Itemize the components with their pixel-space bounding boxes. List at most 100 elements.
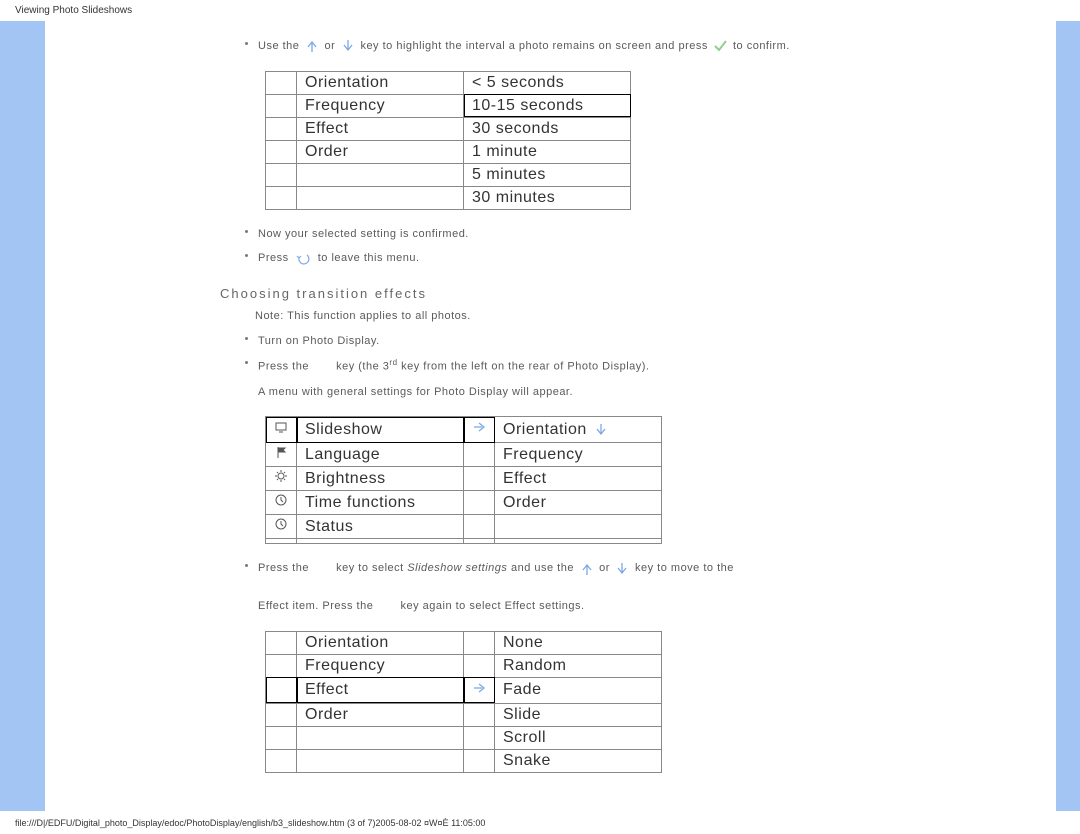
arrow-up-icon	[580, 561, 594, 577]
empty-cell	[464, 515, 495, 539]
table-row: Orientation< 5 seconds	[266, 71, 631, 94]
menu-item: Slideshow	[297, 417, 464, 443]
setting-name: Order	[297, 703, 464, 726]
text: or	[599, 562, 613, 574]
text: to leave this menu.	[318, 252, 420, 264]
text: key to highlight the interval a photo re…	[360, 40, 711, 52]
section-transition-effects: Choosing transition effects	[220, 286, 996, 301]
text: and use the	[511, 562, 578, 574]
table-row: LanguageFrequency	[266, 443, 662, 467]
bullet-icon	[245, 564, 248, 567]
step-confirmed: Now your selected setting is confirmed.	[245, 225, 996, 244]
step-text: Press the key to select Slideshow settin…	[258, 559, 996, 615]
step-select-slideshow: Press the key to select Slideshow settin…	[245, 559, 996, 615]
text: key to move to the	[635, 562, 734, 574]
table-row: Time functions Order	[266, 491, 662, 515]
step-text: Now your selected setting is confirmed.	[258, 225, 996, 244]
text: Use the	[258, 40, 303, 52]
text: key from the left on the rear of Photo D…	[398, 361, 650, 373]
sun-icon	[266, 467, 297, 491]
emphasis: Slideshow settings	[407, 562, 507, 574]
setting-name: Effect	[297, 677, 464, 703]
table-row: BrightnessEffect	[266, 467, 662, 491]
table-row: Frequency10-15 seconds	[266, 94, 631, 117]
submenu-item: Order	[495, 491, 662, 515]
clock-icon	[266, 515, 297, 539]
setting-value: Scroll	[495, 726, 662, 749]
step-text: Use the or key to highlight the interval…	[258, 37, 996, 56]
text: key (the 3	[336, 361, 389, 373]
empty-cell	[464, 726, 495, 749]
interval-table: Orientation< 5 secondsFrequency10-15 sec…	[265, 71, 631, 210]
text: or	[325, 40, 339, 52]
setting-value: 5 minutes	[464, 163, 631, 186]
table-row: Effect30 seconds	[266, 117, 631, 140]
monitor-icon	[266, 417, 297, 443]
step-turn-on: Turn on Photo Display.	[245, 332, 996, 351]
empty-cell	[464, 467, 495, 491]
text: Press	[258, 252, 292, 264]
empty-cell	[464, 631, 495, 654]
text: to confirm.	[733, 40, 790, 52]
setting-value: Slide	[495, 703, 662, 726]
arrow-right-icon	[464, 417, 495, 443]
step-press-key: Press the key (the 3rd key from the left…	[245, 356, 996, 376]
empty-cell	[266, 677, 297, 703]
text: Press the	[258, 361, 313, 373]
setting-name: Frequency	[297, 94, 464, 117]
table-row	[266, 539, 662, 544]
setting-name: Order	[297, 140, 464, 163]
setting-value: 1 minute	[464, 140, 631, 163]
submenu-item	[495, 539, 662, 544]
step-menu-appears: A menu with general settings for Photo D…	[258, 383, 996, 402]
back-icon	[294, 251, 312, 265]
setting-name	[297, 726, 464, 749]
setting-value: < 5 seconds	[464, 71, 631, 94]
table-row: FrequencyRandom	[266, 654, 662, 677]
empty-cell	[266, 726, 297, 749]
arrow-down-icon	[341, 38, 355, 54]
submenu-item: Orientation	[495, 417, 662, 443]
arrow-up-icon	[305, 38, 319, 54]
submenu-item: Effect	[495, 467, 662, 491]
table-row: Order Slide	[266, 703, 662, 726]
setting-value: Fade	[495, 677, 662, 703]
arrow-down-icon	[615, 561, 629, 577]
setting-value: 30 seconds	[464, 117, 631, 140]
effect-settings-table: OrientationNoneFrequencyRandomEffectFade…	[265, 631, 662, 773]
right-margin-bar	[1056, 21, 1080, 811]
empty-cell	[266, 703, 297, 726]
step-text: Press to leave this menu.	[258, 249, 996, 268]
footer-path: file:///D|/EDFU/Digital_photo_Display/ed…	[15, 818, 485, 828]
empty-cell	[464, 654, 495, 677]
note-text: Note: This function applies to all photo…	[255, 307, 996, 326]
submenu-item	[495, 515, 662, 539]
step-text: Turn on Photo Display.	[258, 332, 996, 351]
text: key again to select Effect settings.	[400, 600, 584, 612]
empty-cell	[266, 539, 297, 544]
main-content: Use the or key to highlight the interval…	[45, 21, 1056, 811]
empty-cell	[266, 654, 297, 677]
text: Effect item. Press the	[258, 600, 377, 612]
table-row: Slideshow Orientation	[266, 417, 662, 443]
bullet-icon	[245, 254, 248, 257]
setting-name: Orientation	[297, 71, 464, 94]
clock-icon	[266, 491, 297, 515]
setting-name: Effect	[297, 117, 464, 140]
setting-value: Snake	[495, 749, 662, 772]
menu-item: Status	[297, 515, 464, 539]
check-icon	[713, 38, 727, 54]
bullet-icon	[245, 42, 248, 45]
empty-cell	[266, 749, 297, 772]
empty-cell	[464, 749, 495, 772]
menu-item	[297, 539, 464, 544]
table-row: Scroll	[266, 726, 662, 749]
setting-name	[297, 163, 464, 186]
table-row: Snake	[266, 749, 662, 772]
flag-icon	[266, 443, 297, 467]
empty-cell	[464, 491, 495, 515]
table-row: Order1 minute	[266, 140, 631, 163]
menu-item: Time functions	[297, 491, 464, 515]
empty-cell	[266, 163, 297, 186]
page-header: Viewing Photo Slideshows	[0, 0, 1080, 21]
